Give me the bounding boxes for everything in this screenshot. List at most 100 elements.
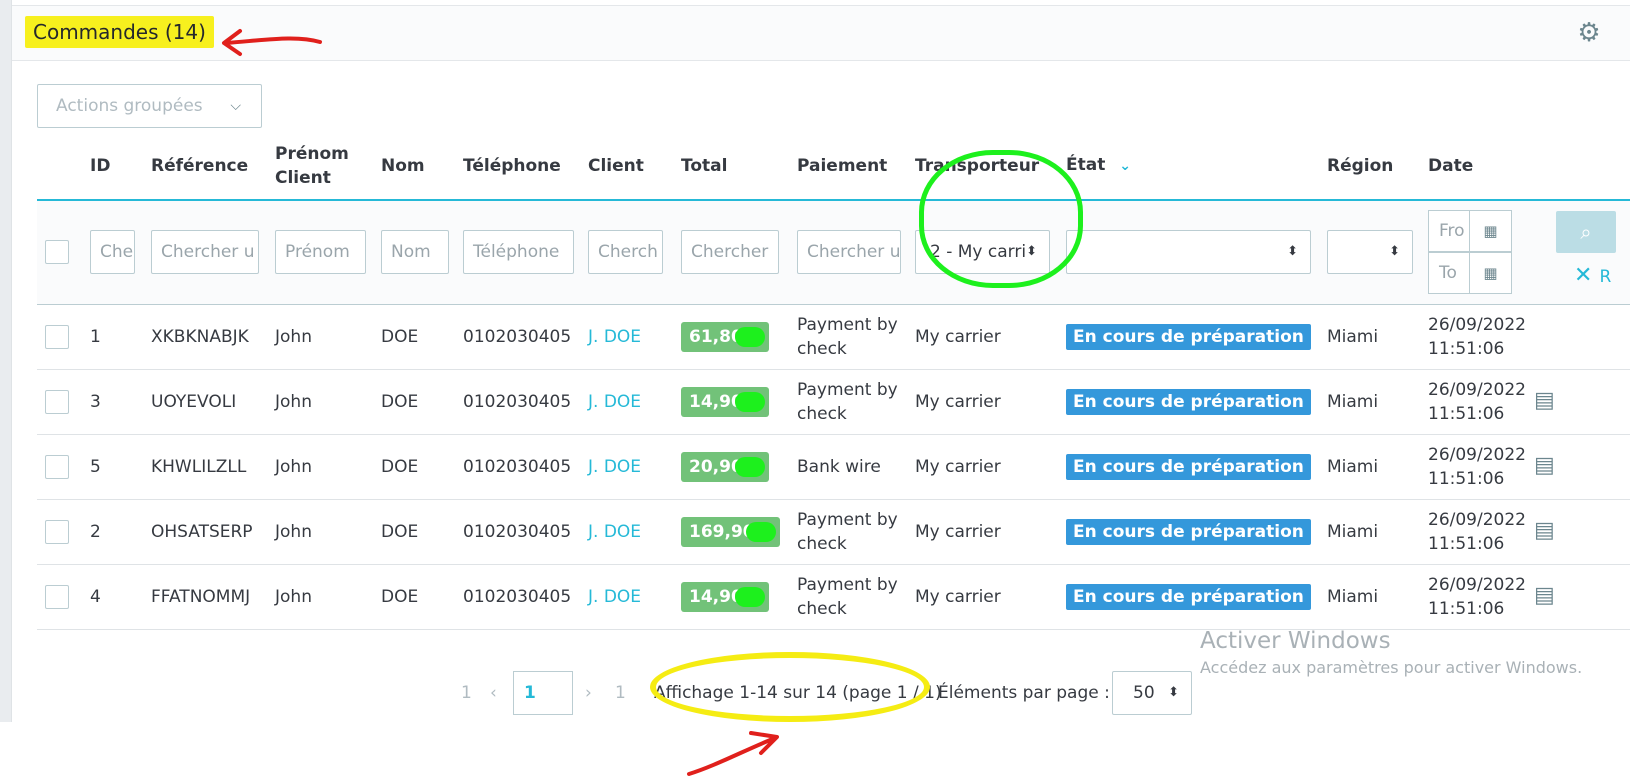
date-to-input[interactable]: To ▦ <box>1428 252 1512 295</box>
green-circle-annotation <box>919 150 1083 288</box>
current-page-input[interactable]: 1 <box>513 671 573 715</box>
filter-firstname-input[interactable]: Prénom <box>275 230 366 275</box>
date-line2: 11:51:06 <box>1428 598 1505 619</box>
customer-link[interactable]: J. DOE <box>588 587 641 607</box>
gear-icon[interactable]: ⚙ <box>1576 20 1602 46</box>
date-from-placeholder: Fro <box>1439 221 1465 242</box>
per-page-value: 50 <box>1133 683 1155 703</box>
header-customer[interactable]: Client <box>588 132 681 201</box>
green-scribble-annotation <box>734 586 765 607</box>
first-page-link[interactable]: 1 <box>461 671 472 715</box>
header-firstname[interactable]: Prénom Client <box>275 132 381 201</box>
order-phone: 0102030405 <box>463 564 588 630</box>
per-page-select[interactable]: 50 ⬍ <box>1112 671 1192 715</box>
order-phone: 0102030405 <box>463 499 588 565</box>
filter-id-input[interactable]: Che <box>90 230 135 275</box>
filter-region-select[interactable]: ⬍ <box>1327 230 1413 275</box>
left-sidebar-edge <box>0 0 12 722</box>
order-region: Miami <box>1327 369 1428 435</box>
date-line2: 11:51:06 <box>1428 338 1505 359</box>
search-button[interactable]: ⌕ <box>1556 211 1616 253</box>
header-reference[interactable]: Référence <box>151 132 275 201</box>
order-reference: UOYEVOLI <box>151 369 275 435</box>
table-row[interactable]: 1 XKBKNABJK John DOE 0102030405 J. DOE 61,80 P… <box>37 304 1630 370</box>
filter-customer-input[interactable]: Cherch <box>588 230 663 275</box>
date-range-filter: Fro ▦ To ▦ <box>1428 210 1512 295</box>
filter-payment-input[interactable]: Chercher u <box>797 230 901 275</box>
order-region: Miami <box>1327 564 1428 630</box>
order-id: 4 <box>90 564 151 630</box>
order-id: 3 <box>90 369 151 435</box>
customer-link[interactable]: J. DOE <box>588 457 641 477</box>
total-badge: 14,90 <box>681 386 769 417</box>
red-arrow-annotation <box>687 731 779 776</box>
header-region[interactable]: Région <box>1327 132 1428 201</box>
row-checkbox[interactable] <box>45 584 69 609</box>
bulk-actions-button[interactable]: Actions groupées ⌵ <box>37 84 262 128</box>
status-badge: En cours de préparation <box>1066 323 1311 350</box>
select-arrows-icon: ⬍ <box>1168 685 1179 700</box>
header-total[interactable]: Total <box>681 132 797 201</box>
filter-reference-input[interactable]: Chercher u <box>151 230 259 275</box>
close-icon: ✕ <box>1574 263 1593 288</box>
total-badge: 20,90 <box>681 451 769 482</box>
chevron-right-icon[interactable]: › <box>585 671 592 715</box>
calendar-icon[interactable]: ▦ <box>1469 211 1511 252</box>
calendar-icon[interactable]: ▦ <box>1469 253 1511 294</box>
reset-filters-link[interactable]: ✕ R <box>1574 263 1611 288</box>
select-all-checkbox[interactable] <box>45 240 69 265</box>
table-row[interactable]: 5 KHWLILZLL John DOE 0102030405 J. DOE 20,90 B… <box>37 434 1630 500</box>
document-icon[interactable]: ▤ <box>1534 388 1555 413</box>
customer-link[interactable]: J. DOE <box>588 392 641 412</box>
table-row[interactable]: 2 OHSATSERP John DOE 0102030405 J. DOE 169,90 … <box>37 499 1630 565</box>
sort-chevron-icon[interactable]: ⌄ <box>1119 158 1131 174</box>
document-icon[interactable]: ▤ <box>1534 583 1555 608</box>
order-firstname: John <box>275 304 381 370</box>
customer-link[interactable]: J. DOE <box>588 327 641 347</box>
date-line1: 26/09/2022 <box>1428 379 1526 400</box>
filter-lastname-input[interactable]: Nom <box>381 230 449 275</box>
header-date[interactable]: Date <box>1428 132 1534 201</box>
header-state[interactable]: État ⌄ <box>1066 132 1327 201</box>
filter-phone-input[interactable]: Téléphone <box>463 230 574 275</box>
filter-state-select[interactable]: ⬍ <box>1066 230 1311 275</box>
status-badge: En cours de préparation <box>1066 453 1311 480</box>
last-page-link[interactable]: 1 <box>615 671 626 715</box>
date-line2: 11:51:06 <box>1428 403 1505 424</box>
row-checkbox[interactable] <box>45 454 69 479</box>
order-firstname: John <box>275 434 381 500</box>
row-checkbox[interactable] <box>45 519 69 544</box>
table-row[interactable]: 4 FFATNOMMJ John DOE 0102030405 J. DOE 14,90 P… <box>37 564 1630 630</box>
payment-line2: check <box>797 338 847 359</box>
header-phone[interactable]: Téléphone <box>463 132 588 201</box>
order-lastname: DOE <box>381 369 463 435</box>
order-id: 5 <box>90 434 151 500</box>
payment-line1: Bank wire <box>797 456 881 477</box>
date-from-input[interactable]: Fro ▦ <box>1428 210 1512 253</box>
order-lastname: DOE <box>381 434 463 500</box>
green-scribble-annotation <box>734 326 765 347</box>
header-id[interactable]: ID <box>90 132 151 201</box>
status-badge: En cours de préparation <box>1066 583 1311 610</box>
filter-row: Che Chercher u Prénom Nom Téléphone Cher… <box>37 200 1630 305</box>
page-title: Commandes (14) <box>25 16 214 48</box>
order-reference: FFATNOMMJ <box>151 564 275 630</box>
header-select <box>37 132 90 201</box>
document-icon[interactable]: ▤ <box>1534 453 1555 478</box>
document-icon[interactable]: ▤ <box>1534 518 1555 543</box>
header-lastname[interactable]: Nom <box>381 132 463 201</box>
row-checkbox[interactable] <box>45 389 69 414</box>
total-value: 169,90 <box>689 521 755 542</box>
header-payment[interactable]: Paiement <box>797 132 915 201</box>
chevron-left-icon[interactable]: ‹ <box>490 671 497 715</box>
filter-total-input[interactable]: Chercher <box>681 230 779 275</box>
per-page-label: Éléments par page : <box>938 683 1110 703</box>
reset-label: R <box>1599 267 1612 287</box>
customer-link[interactable]: J. DOE <box>588 522 641 542</box>
yellow-circle-annotation <box>650 652 930 722</box>
date-line2: 11:51:06 <box>1428 468 1505 489</box>
table-row[interactable]: 3 UOYEVOLI John DOE 0102030405 J. DOE 14,90 Pa… <box>37 369 1630 435</box>
row-checkbox[interactable] <box>45 324 69 349</box>
order-firstname: John <box>275 369 381 435</box>
bulk-actions-label: Actions groupées <box>56 96 203 116</box>
